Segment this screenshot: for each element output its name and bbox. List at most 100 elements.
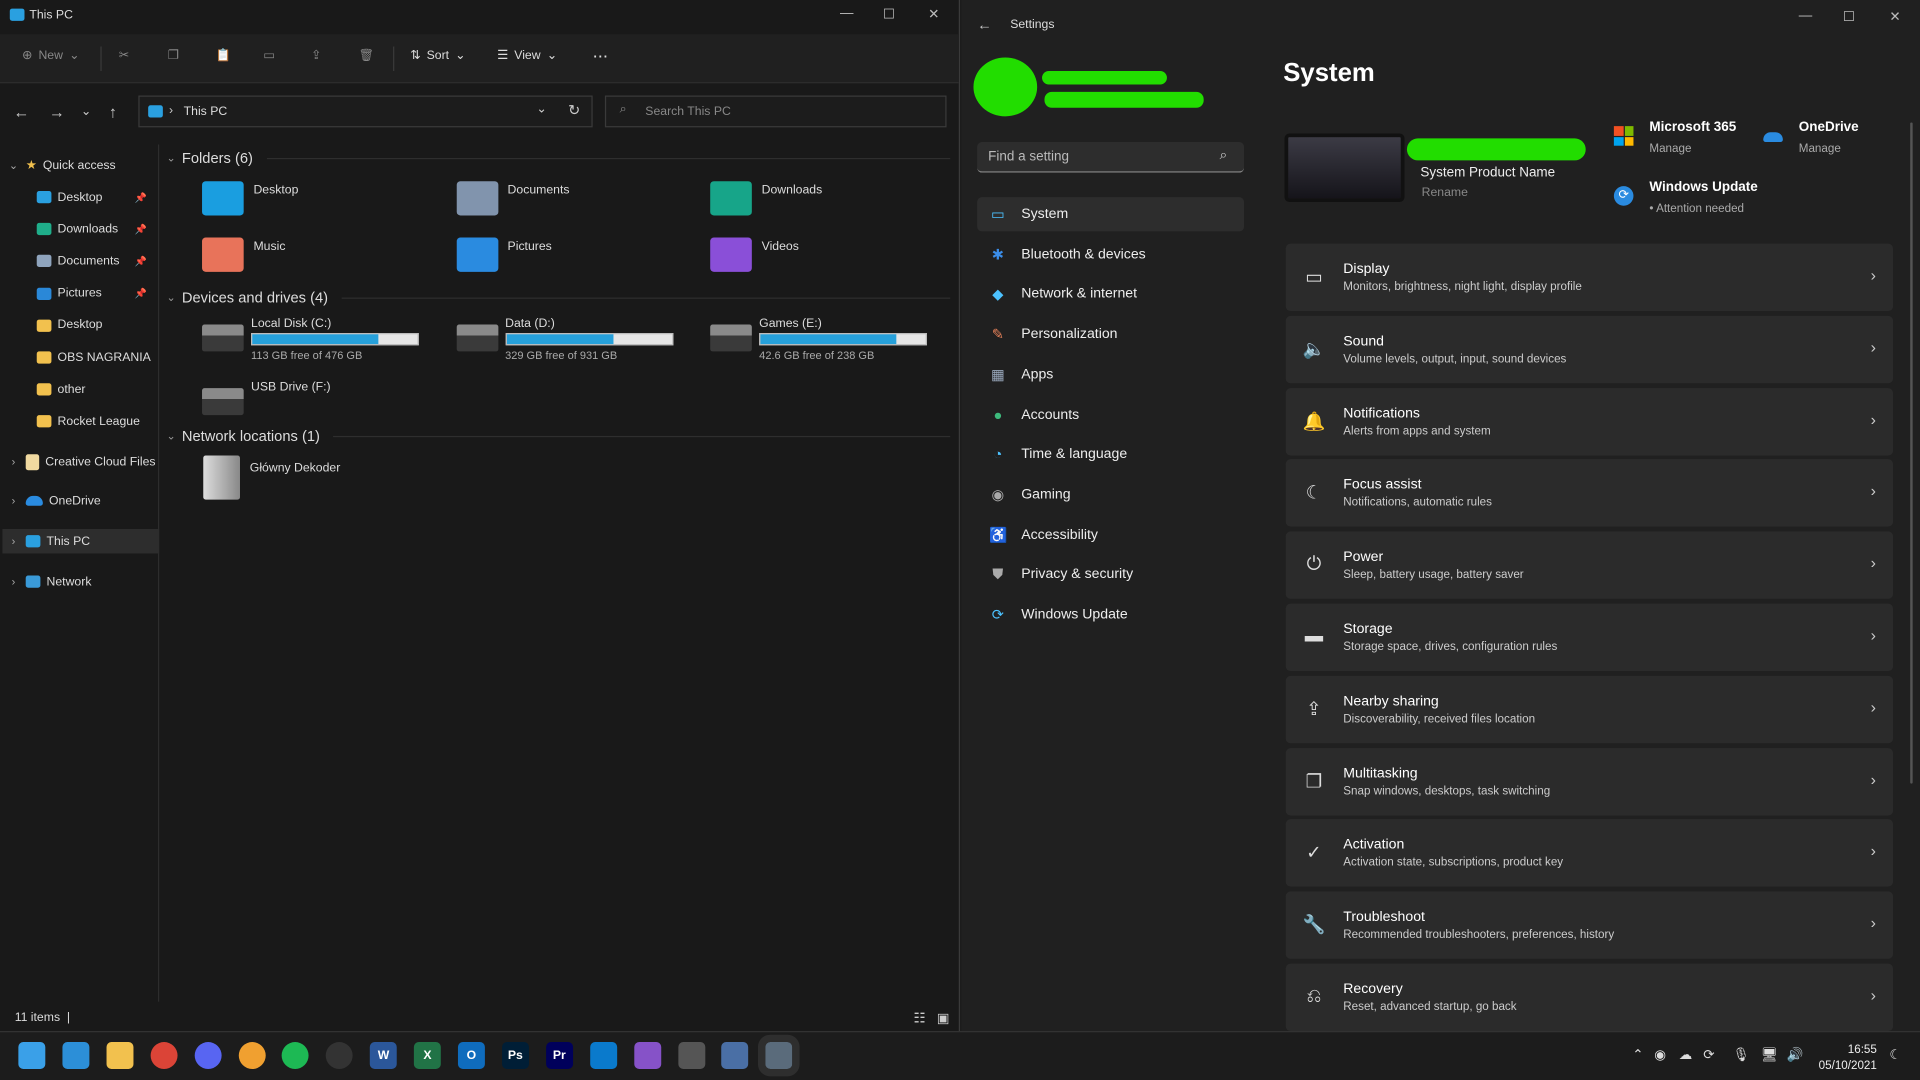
discord-tray-icon[interactable]: ◉ [1654,1047,1666,1063]
folder-item[interactable]: Desktop [202,181,298,216]
maximize-button[interactable]: ☐ [1843,9,1855,25]
volume-icon[interactable]: 🔊 [1787,1047,1804,1063]
nav-quick-access-item[interactable]: other [36,377,157,401]
group-drives[interactable]: ⌄ Devices and drives (4) [167,289,951,306]
close-button[interactable]: ✕ [928,6,939,22]
taskbar-remote-desktop-icon[interactable] [721,1042,749,1069]
taskbar-desktop-icon[interactable] [62,1042,90,1069]
clock[interactable]: 16:55 05/10/2021 [1815,1042,1877,1074]
settings-nav-system[interactable]: ▭ System [977,197,1245,232]
pin-icon[interactable]: 📌 [135,224,147,235]
nav-quick-access-item[interactable]: Downloads 📌 [36,217,157,241]
nav-quick-access-item[interactable]: Rocket League [36,409,157,433]
refresh-icon[interactable]: ↻ [568,102,580,119]
rename-icon[interactable]: ▭ [263,49,275,62]
taskbar-start-icon[interactable] [18,1042,46,1069]
group-folders[interactable]: ⌄ Folders (6) [167,149,951,167]
settings-card-troubleshoot[interactable]: 🔧 Troubleshoot Recommended troubleshooters… [1285,891,1894,960]
rename-link[interactable]: Rename [1422,186,1468,199]
settings-card-multitasking[interactable]: ❐ Multitasking Snap windows, desktops, tas… [1285,747,1894,816]
view-button[interactable]: ☰ View ⌄ [497,49,557,62]
drive-item[interactable]: Local Disk (C:) 113 GB free of 476 GB [202,315,419,361]
settings-card-activation[interactable]: ✓ Activation Activation state, subscriptio… [1285,819,1894,888]
nav-quick-access-item[interactable]: Documents 📌 [36,249,157,273]
onedrive-manage[interactable]: Manage [1799,142,1841,155]
settings-nav-gaming[interactable]: ◉ Gaming [977,477,1244,511]
folder-item[interactable]: Videos [710,237,799,272]
sort-button[interactable]: ⇅ Sort ⌄ [410,49,465,62]
taskbar-discord-icon[interactable] [194,1042,222,1069]
nav-quick-access-item[interactable]: Desktop 📌 [36,185,157,209]
nav-this-pc[interactable]: › This PC [2,528,160,554]
share-icon[interactable]: ⇪ [311,49,321,62]
details-view-icon[interactable]: ☷ [913,1010,925,1026]
folder-item[interactable]: Documents [456,181,569,216]
drive-item[interactable]: USB Drive (F:) [202,378,419,416]
taskbar-chrome-icon[interactable] [150,1042,178,1069]
sync-tray-icon[interactable]: ⟳ [1703,1047,1714,1063]
pin-icon[interactable]: 📌 [135,192,147,203]
onedrive-tray-icon[interactable]: ☁ [1679,1047,1692,1063]
drive-item[interactable]: Games (E:) 42.6 GB free of 238 GB [710,315,927,361]
address-bar[interactable]: › This PC ⌄ ↻ [138,95,593,128]
microsoft-365-manage[interactable]: Manage [1649,142,1691,155]
back-button[interactable]: ← [13,103,29,121]
folder-item[interactable]: Pictures [456,237,552,272]
up-button[interactable]: ↑ [109,103,117,121]
settings-nav-time-language[interactable]: ◔ Time & language [977,437,1244,471]
settings-nav-apps[interactable]: ▦ Apps [977,357,1244,391]
taskbar-photoshop-icon[interactable]: Ps [501,1042,529,1069]
large-icons-view-icon[interactable]: ▣ [937,1010,950,1026]
settings-card-notifications[interactable]: 🔔 Notifications Alerts from apps and syste… [1285,387,1894,456]
find-setting-input[interactable]: Find a setting [977,142,1245,173]
drive-item[interactable]: Data (D:) 329 GB free of 931 GB [456,315,673,361]
settings-card-sound[interactable]: 🔈 Sound Volume levels, output, input, soun… [1285,315,1894,384]
settings-nav-network-internet[interactable]: ◆ Network & internet [977,277,1244,311]
settings-nav-accounts[interactable]: ● Accounts [977,397,1244,431]
settings-card-focus-assist[interactable]: ☾ Focus assist Notifications, automatic ru… [1285,459,1894,528]
forward-button[interactable]: → [49,103,65,121]
chevron-down-icon[interactable]: ⌄ [536,103,546,116]
show-hidden-icons-chevron-icon[interactable]: ⌃ [1632,1047,1643,1063]
taskbar-obs-icon[interactable] [326,1042,354,1069]
taskbar-visual-studio-icon[interactable] [633,1042,661,1069]
taskbar-discord-canary-icon[interactable] [238,1042,266,1069]
back-button[interactable]: ← [977,16,992,33]
microphone-icon[interactable]: 🎙 [1733,1047,1750,1063]
taskbar-vpn-icon[interactable] [677,1042,705,1069]
nav-quick-access-item[interactable]: Pictures 📌 [36,281,157,305]
pin-icon[interactable]: 📌 [135,256,147,267]
maximize-button[interactable]: ☐ [883,6,895,22]
copy-icon[interactable]: ❐ [168,49,179,62]
taskbar-premiere-icon[interactable]: Pr [545,1042,573,1069]
settings-nav-bluetooth-devices[interactable]: ✱ Bluetooth & devices [977,237,1244,271]
breadcrumb-this-pc[interactable]: This PC [184,105,228,118]
cut-icon[interactable]: ✂ [119,49,129,62]
delete-icon[interactable]: 🗑 [359,49,375,62]
nav-network[interactable]: › Network [7,569,164,593]
nav-onedrive[interactable]: › OneDrive [7,489,164,513]
minimize-button[interactable]: — [840,6,853,21]
microsoft-365-title[interactable]: Microsoft 365 [1649,120,1736,135]
settings-nav-windows-update[interactable]: ⟳ Windows Update [977,598,1244,632]
settings-card-storage[interactable]: ▬ Storage Storage space, drives, configura… [1285,603,1894,672]
settings-nav-privacy-security[interactable]: ⛊ Privacy & security [977,558,1244,592]
network-tray-icon[interactable]: 🖥 [1761,1047,1778,1063]
taskbar-spotify-icon[interactable] [282,1042,310,1069]
taskbar-vscode-icon[interactable] [589,1042,617,1069]
pin-icon[interactable]: 📌 [135,288,147,299]
close-button[interactable]: ✕ [1889,9,1900,25]
taskbar-word-icon[interactable]: W [370,1042,397,1069]
taskbar-excel-icon[interactable]: X [413,1042,441,1069]
folder-item[interactable]: Music [202,237,285,272]
taskbar-settings-icon[interactable] [758,1034,800,1077]
recent-locations-button[interactable]: ⌄ [81,105,91,118]
paste-icon[interactable]: 📋 [216,49,231,62]
settings-card-nearby-sharing[interactable]: ⇪ Nearby sharing Discoverability, received… [1285,675,1894,744]
scrollbar[interactable] [1910,122,1913,784]
group-network[interactable]: ⌄ Network locations (1) [167,427,951,444]
onedrive-title[interactable]: OneDrive [1799,120,1859,135]
new-button[interactable]: ⊕ New ⌄ [22,49,79,62]
nav-creative-cloud[interactable]: › Creative Cloud Files [7,449,164,473]
folder-item[interactable]: Downloads [710,181,822,216]
